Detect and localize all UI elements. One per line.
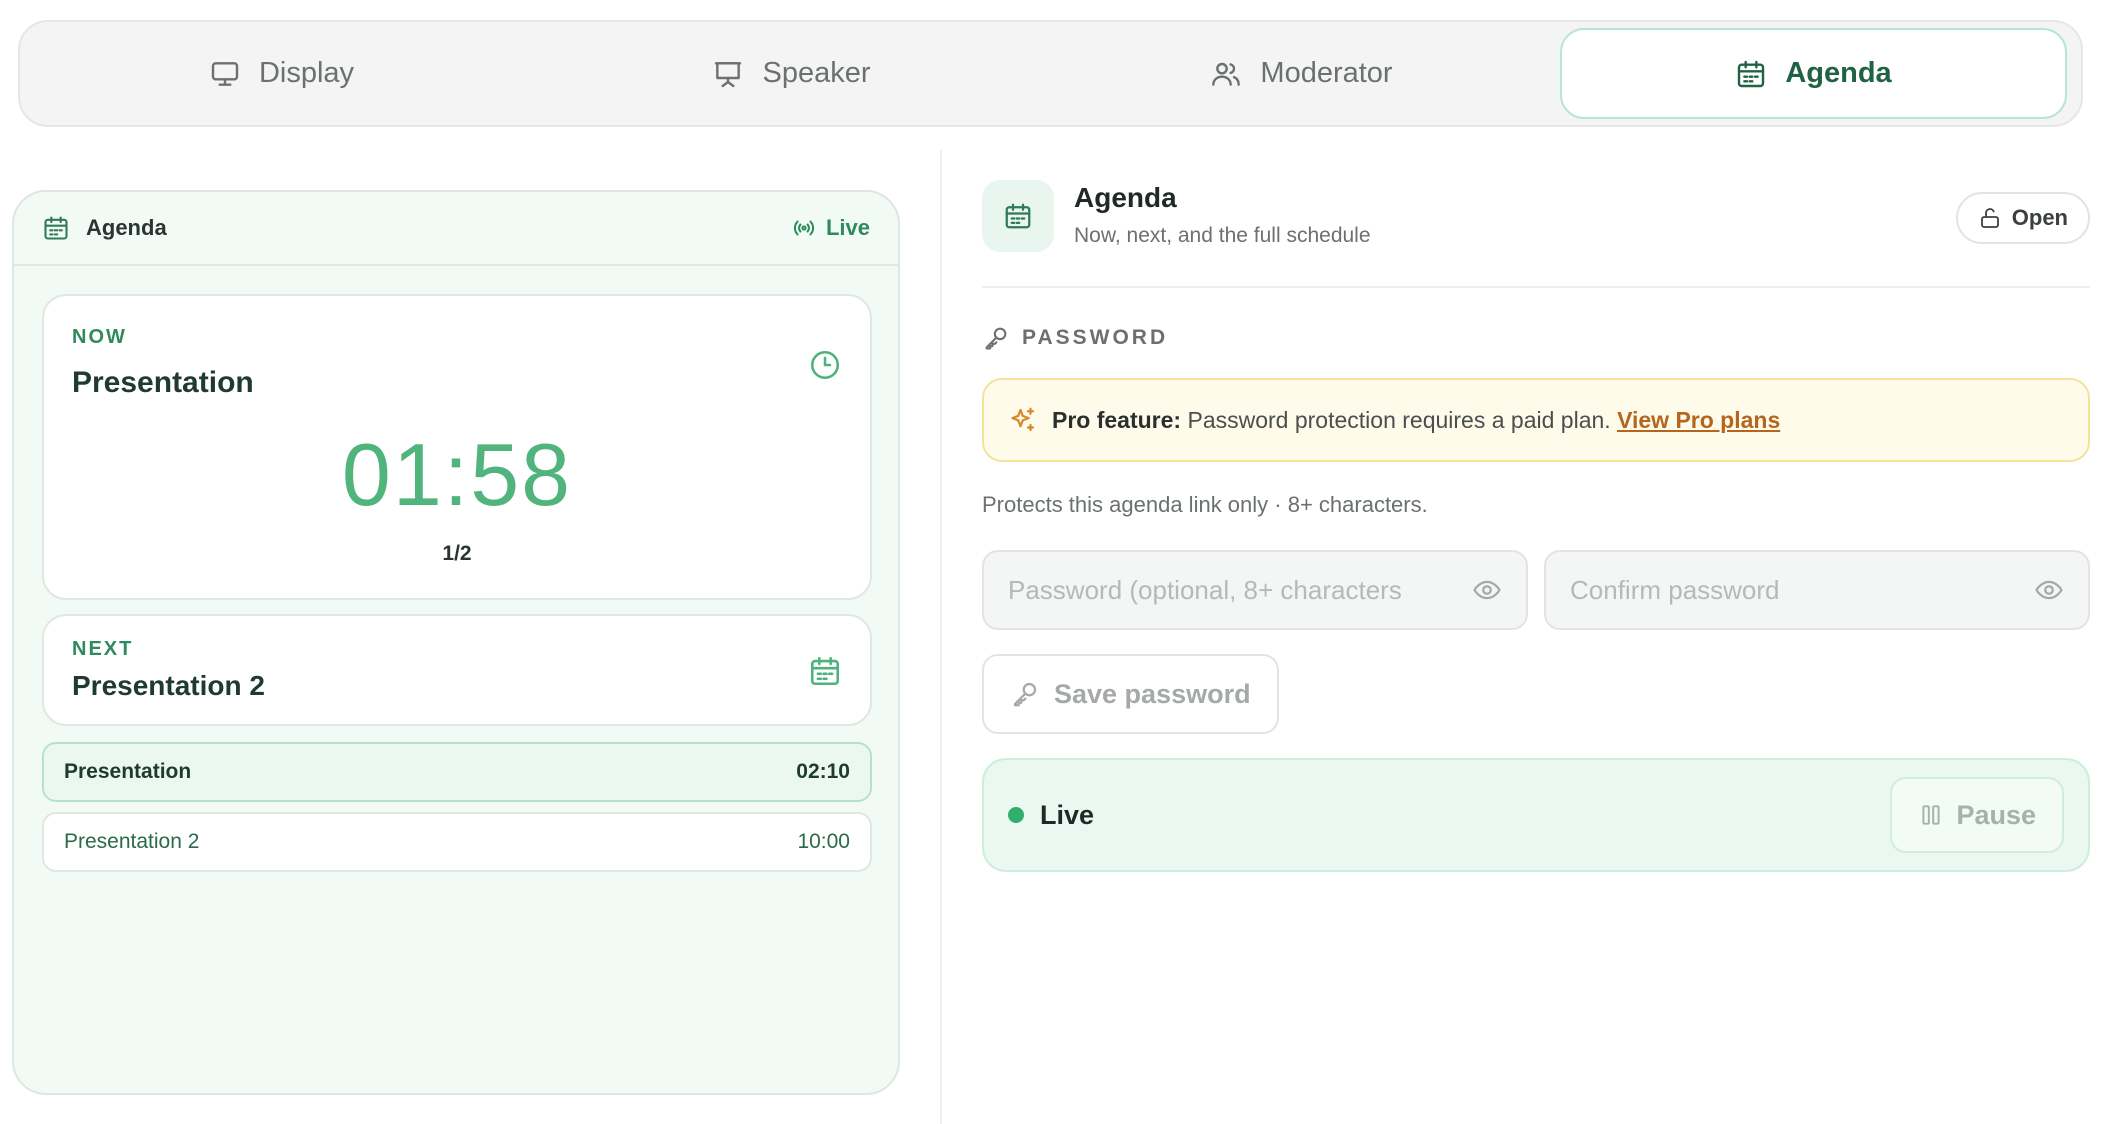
agenda-item-title: Presentation [64,760,192,783]
tab-label: Moderator [1260,57,1393,89]
mode-tab-bar: Display Speaker Moderator Agenda [18,20,2083,127]
section-divider [982,286,2090,288]
key-icon [1013,682,1037,707]
now-eyebrow: NOW [72,326,127,348]
users-icon [1212,62,1241,86]
save-password-button[interactable]: Save password [982,654,1279,734]
panel-divider [940,150,942,1124]
agenda-item-row[interactable]: Presentation 02:10 [42,742,872,802]
password-label: PASSWORD [982,324,1168,352]
countdown-timer: 01:58 [341,425,573,524]
next-eyebrow: NEXT [72,638,134,660]
confirm-password-field[interactable] [1544,550,2090,630]
tab-speaker[interactable]: Speaker [538,28,1045,119]
agenda-item-title: Presentation 2 [64,830,200,853]
tab-label: Display [258,57,355,89]
calendar-icon [982,180,1054,252]
pro-text: Pro feature: Password protection require… [1052,407,1780,434]
sparkles-icon [1011,407,1035,432]
now-card: NOW Presentation 01:58 1/2 [42,294,872,600]
calendar-icon [1738,60,1765,87]
unlock-icon [1980,208,1999,228]
tab-display[interactable]: Display [28,28,535,119]
next-card: NEXT Presentation 2 [42,614,872,726]
password-field[interactable] [982,550,1528,630]
confirm-password-input[interactable] [1570,574,2034,606]
preview-title: Agenda [86,215,167,240]
live-label: Live [825,215,870,240]
pause-icon [1922,805,1940,825]
view-pro-plans-link[interactable]: View Pro plans [1617,407,1780,433]
pro-label: Pro feature: [1052,406,1182,433]
save-label: Save password [1054,678,1251,709]
tab-label: Speaker [762,57,871,89]
agenda-item-duration: 02:10 [796,760,850,783]
open-label: Open [2011,205,2068,230]
pro-description: Password protection requires a paid plan… [1187,406,1611,433]
monitor-icon [211,61,239,86]
key-icon [985,327,1007,350]
section-subtitle: Now, next, and the full schedule [1074,224,1371,247]
agenda-preview: Agenda Live NOW Presentation 01:58 1/2 N… [12,190,900,1095]
item-counter: 1/2 [442,542,472,565]
live-indicator: Live [792,215,870,241]
eye-icon[interactable] [1472,575,1502,605]
tab-moderator[interactable]: Moderator [1048,28,1555,119]
pause-label: Pause [1956,799,2036,830]
password-hint: Protects this agenda link only · 8+ char… [982,492,1428,517]
next-title: Presentation 2 [72,670,265,701]
live-dot [1008,807,1024,823]
pause-button[interactable]: Pause [1890,777,2064,853]
live-status-bar: Live Pause [982,758,2090,872]
broadcast-icon [793,220,815,236]
password-input[interactable] [1008,574,1472,606]
open-button[interactable]: Open [1955,192,2090,244]
agenda-item-duration: 10:00 [797,830,850,853]
tab-label: Agenda [1785,57,1892,89]
presentation-icon [715,61,742,87]
calendar-icon [808,654,842,688]
tab-agenda[interactable]: Agenda [1560,28,2067,119]
section-title: Agenda [1074,182,1177,213]
now-title: Presentation [72,366,254,399]
live-status-label: Live [1040,799,1095,830]
password-label-text: PASSWORD [1022,326,1169,349]
pro-feature-banner: Pro feature: Password protection require… [982,378,2090,462]
agenda-item-row[interactable]: Presentation 2 10:00 [42,812,872,872]
eye-icon[interactable] [2034,575,2064,605]
clock-icon [808,348,842,382]
calendar-icon [42,214,70,242]
preview-header: Agenda Live [14,192,898,266]
